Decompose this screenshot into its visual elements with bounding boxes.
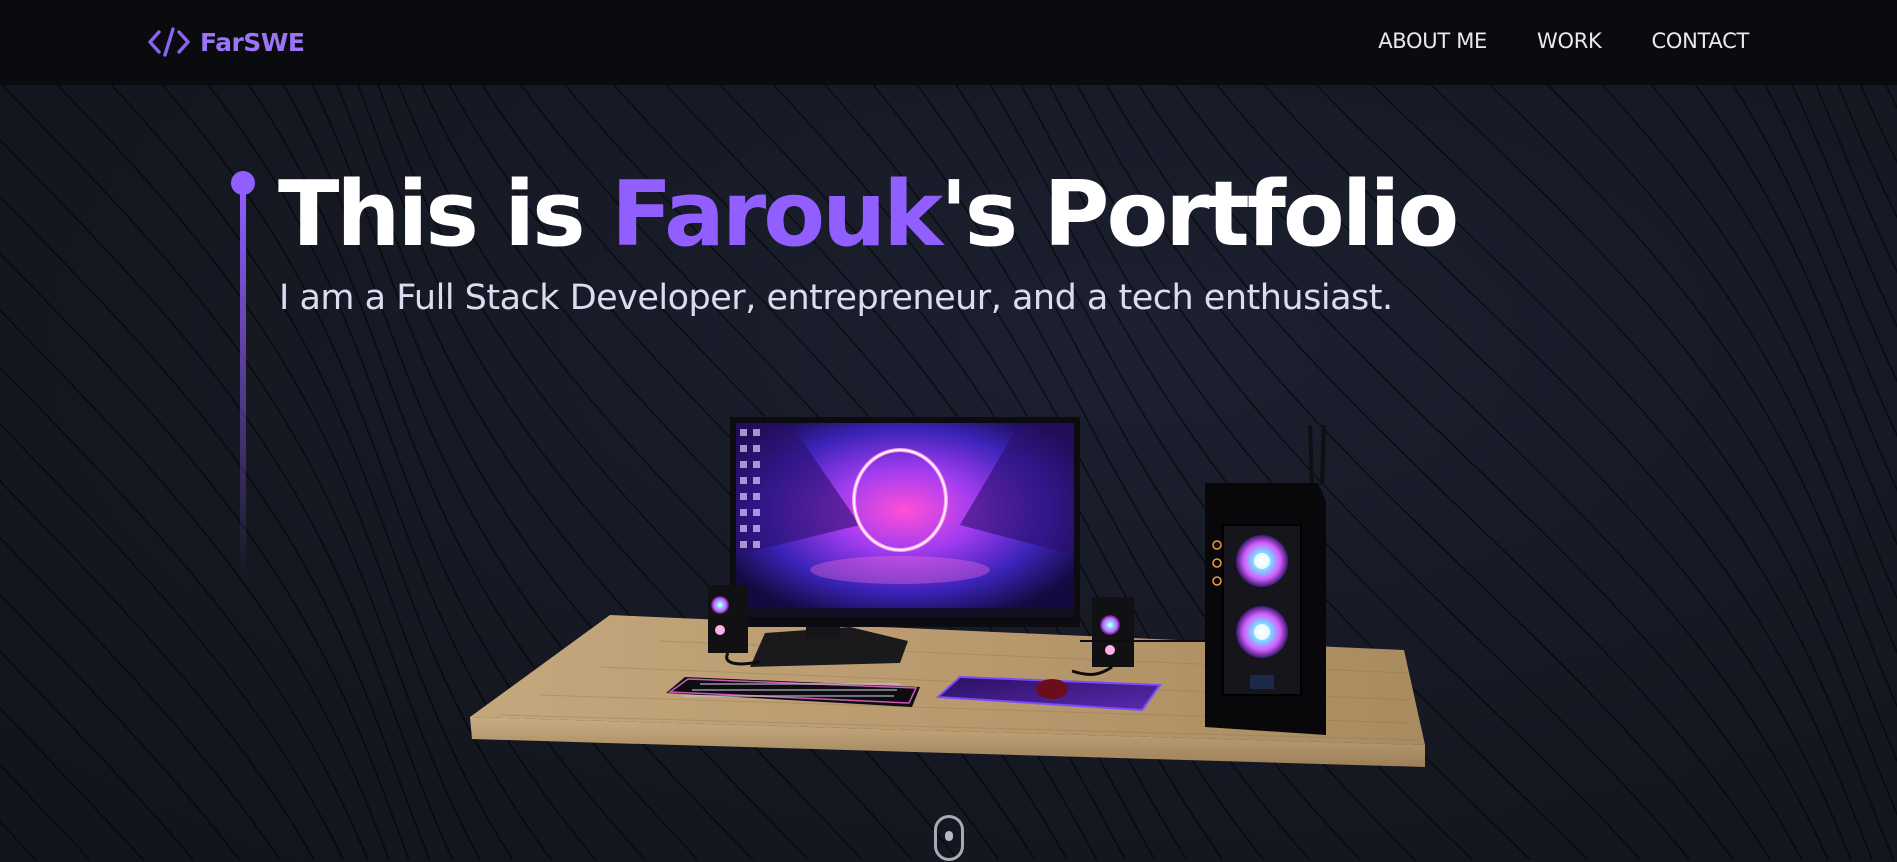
logo-text: FarSWE: [200, 27, 305, 57]
left-speaker: [708, 585, 748, 653]
hero-accent-line: [231, 171, 255, 578]
portfolio-page: FarSWE ABOUT ME WORK CONTACT This is Far…: [0, 0, 1897, 862]
screen-taskbar: [736, 608, 1074, 617]
navbar: FarSWE ABOUT ME WORK CONTACT: [0, 0, 1897, 85]
hero-title-name: Farouk: [610, 162, 943, 267]
right-speaker: [1092, 597, 1134, 667]
mouse-scroll-icon[interactable]: [934, 815, 964, 861]
scroll-dot: [945, 831, 953, 841]
hero-title: This is Farouk's Portfolio: [278, 155, 1459, 275]
nav-links: ABOUT ME WORK CONTACT: [1328, 0, 1749, 82]
hero-title-suffix: 's Portfolio: [940, 162, 1459, 267]
nav-link-work[interactable]: WORK: [1537, 29, 1602, 53]
code-brackets-icon: [148, 27, 190, 57]
pc-case: [1205, 424, 1326, 735]
hero-title-prefix: This is: [278, 162, 611, 267]
desk-setup-3d-scene[interactable]: [460, 405, 1440, 845]
hero-subtitle: I am a Full Stack Developer, entrepreneu…: [279, 278, 1393, 318]
mouse: [1036, 679, 1068, 699]
nav-link-contact[interactable]: CONTACT: [1652, 29, 1750, 53]
nav-link-about-me[interactable]: ABOUT ME: [1378, 29, 1487, 53]
logo-link[interactable]: FarSWE: [148, 22, 305, 62]
